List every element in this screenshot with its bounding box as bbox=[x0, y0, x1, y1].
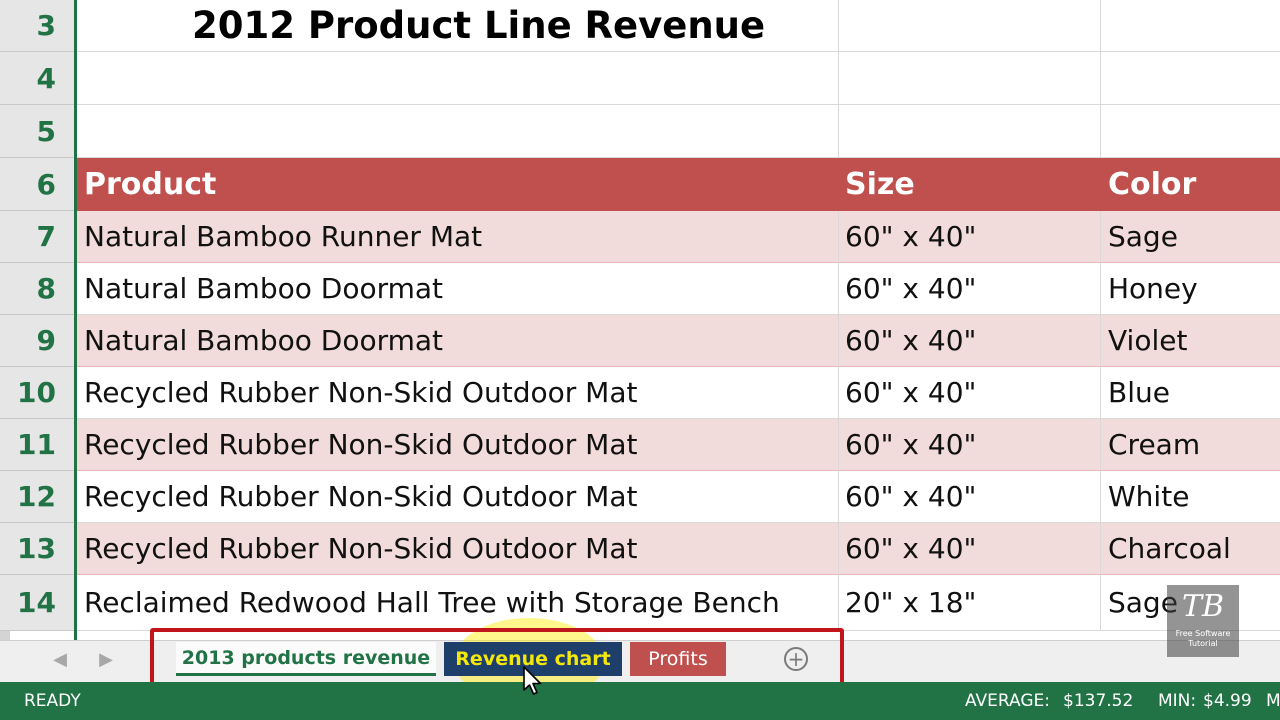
color-cell[interactable]: Cream bbox=[1101, 419, 1280, 471]
row-number[interactable]: 11 bbox=[0, 419, 76, 471]
row-number[interactable]: 10 bbox=[0, 367, 76, 419]
worksheet-grid[interactable]: 3 2012 Product Line Revenue 4 5 6 Produc… bbox=[0, 0, 1280, 640]
sheet-row-3[interactable]: 3 2012 Product Line Revenue bbox=[0, 0, 1280, 52]
row-number[interactable]: 12 bbox=[0, 471, 76, 523]
size-cell[interactable]: 60" x 40" bbox=[839, 211, 1101, 263]
table-row[interactable]: 12 Recycled Rubber Non-Skid Outdoor Mat … bbox=[0, 471, 1280, 523]
status-cutoff: M bbox=[1266, 691, 1280, 711]
status-mode: READY bbox=[24, 691, 81, 711]
cell[interactable] bbox=[839, 0, 1101, 52]
row-number[interactable]: 4 bbox=[0, 52, 76, 105]
row-number[interactable]: 3 bbox=[0, 0, 76, 52]
status-min-value: $4.99 bbox=[1203, 691, 1252, 711]
cell[interactable] bbox=[1101, 52, 1280, 105]
next-sheet-icon[interactable]: ▶ bbox=[94, 649, 118, 670]
sheet-title: 2012 Product Line Revenue bbox=[192, 4, 766, 47]
header-size[interactable]: Size bbox=[839, 158, 1101, 211]
status-average-value: $137.52 bbox=[1063, 691, 1134, 711]
table-row[interactable]: 14 Reclaimed Redwood Hall Tree with Stor… bbox=[0, 575, 1280, 631]
product-cell[interactable]: Natural Bamboo Runner Mat bbox=[77, 211, 839, 263]
cell[interactable] bbox=[1101, 105, 1280, 158]
cell[interactable] bbox=[1101, 0, 1280, 52]
size-cell[interactable]: 60" x 40" bbox=[839, 419, 1101, 471]
row-number[interactable]: 13 bbox=[0, 523, 76, 575]
product-cell[interactable]: Recycled Rubber Non-Skid Outdoor Mat bbox=[77, 367, 839, 419]
row-number[interactable]: 6 bbox=[0, 158, 76, 211]
product-cell[interactable]: Recycled Rubber Non-Skid Outdoor Mat bbox=[77, 419, 839, 471]
size-cell[interactable]: 20" x 18" bbox=[839, 575, 1101, 631]
cell[interactable] bbox=[839, 105, 1101, 158]
size-cell[interactable]: 60" x 40" bbox=[839, 263, 1101, 315]
status-min-label: MIN: bbox=[1158, 691, 1197, 711]
size-cell[interactable]: 60" x 40" bbox=[839, 523, 1101, 575]
status-average-label: AVERAGE: bbox=[965, 691, 1051, 711]
header-color[interactable]: Color bbox=[1101, 158, 1280, 211]
size-cell[interactable]: 60" x 40" bbox=[839, 471, 1101, 523]
row-number[interactable]: 8 bbox=[0, 263, 76, 315]
cell[interactable] bbox=[77, 52, 839, 105]
product-cell[interactable]: Recycled Rubber Non-Skid Outdoor Mat bbox=[77, 523, 839, 575]
watermark-logo: TB Free Software Tutorial bbox=[1167, 585, 1239, 657]
table-row[interactable]: 8 Natural Bamboo Doormat 60" x 40" Honey bbox=[0, 263, 1280, 315]
sheet-row-4[interactable]: 4 bbox=[0, 52, 1280, 105]
watermark-caption: Free Software bbox=[1175, 629, 1231, 638]
cell[interactable] bbox=[77, 105, 839, 158]
header-product[interactable]: Product bbox=[77, 158, 839, 211]
table-row[interactable]: 10 Recycled Rubber Non-Skid Outdoor Mat … bbox=[0, 367, 1280, 419]
table-header-row[interactable]: 6 Product Size Color bbox=[0, 158, 1280, 211]
table-row[interactable]: 13 Recycled Rubber Non-Skid Outdoor Mat … bbox=[0, 523, 1280, 575]
watermark-caption: Tutorial bbox=[1188, 639, 1218, 648]
row-number[interactable]: 14 bbox=[0, 575, 76, 631]
sheet-row-5[interactable]: 5 bbox=[0, 105, 1280, 158]
title-cell[interactable]: 2012 Product Line Revenue bbox=[77, 0, 839, 52]
row-number[interactable]: 9 bbox=[0, 315, 76, 367]
color-cell[interactable]: Violet bbox=[1101, 315, 1280, 367]
table-row[interactable]: 9 Natural Bamboo Doormat 60" x 40" Viole… bbox=[0, 315, 1280, 367]
size-cell[interactable]: 60" x 40" bbox=[839, 367, 1101, 419]
row-header-separator bbox=[74, 0, 77, 640]
status-bar: READY AVERAGE: $137.52 MIN: $4.99 M bbox=[0, 682, 1280, 720]
table-row[interactable]: 7 Natural Bamboo Runner Mat 60" x 40" Sa… bbox=[0, 211, 1280, 263]
row-number[interactable]: 5 bbox=[0, 105, 76, 158]
product-cell[interactable]: Natural Bamboo Doormat bbox=[77, 263, 839, 315]
product-cell[interactable]: Natural Bamboo Doormat bbox=[77, 315, 839, 367]
cell[interactable] bbox=[839, 52, 1101, 105]
color-cell[interactable]: Blue bbox=[1101, 367, 1280, 419]
color-cell[interactable]: White bbox=[1101, 471, 1280, 523]
color-cell[interactable]: Charcoal bbox=[1101, 523, 1280, 575]
watermark-mark: TB bbox=[1181, 589, 1225, 624]
mouse-pointer-icon bbox=[523, 666, 542, 695]
table-row[interactable]: 11 Recycled Rubber Non-Skid Outdoor Mat … bbox=[0, 419, 1280, 471]
size-cell[interactable]: 60" x 40" bbox=[839, 315, 1101, 367]
row-number[interactable]: 7 bbox=[0, 211, 76, 263]
prev-sheet-icon[interactable]: ◀ bbox=[48, 649, 72, 670]
product-cell[interactable]: Recycled Rubber Non-Skid Outdoor Mat bbox=[77, 471, 839, 523]
color-cell[interactable]: Sage bbox=[1101, 211, 1280, 263]
product-cell[interactable]: Reclaimed Redwood Hall Tree with Storage… bbox=[77, 575, 839, 631]
color-cell[interactable]: Honey bbox=[1101, 263, 1280, 315]
